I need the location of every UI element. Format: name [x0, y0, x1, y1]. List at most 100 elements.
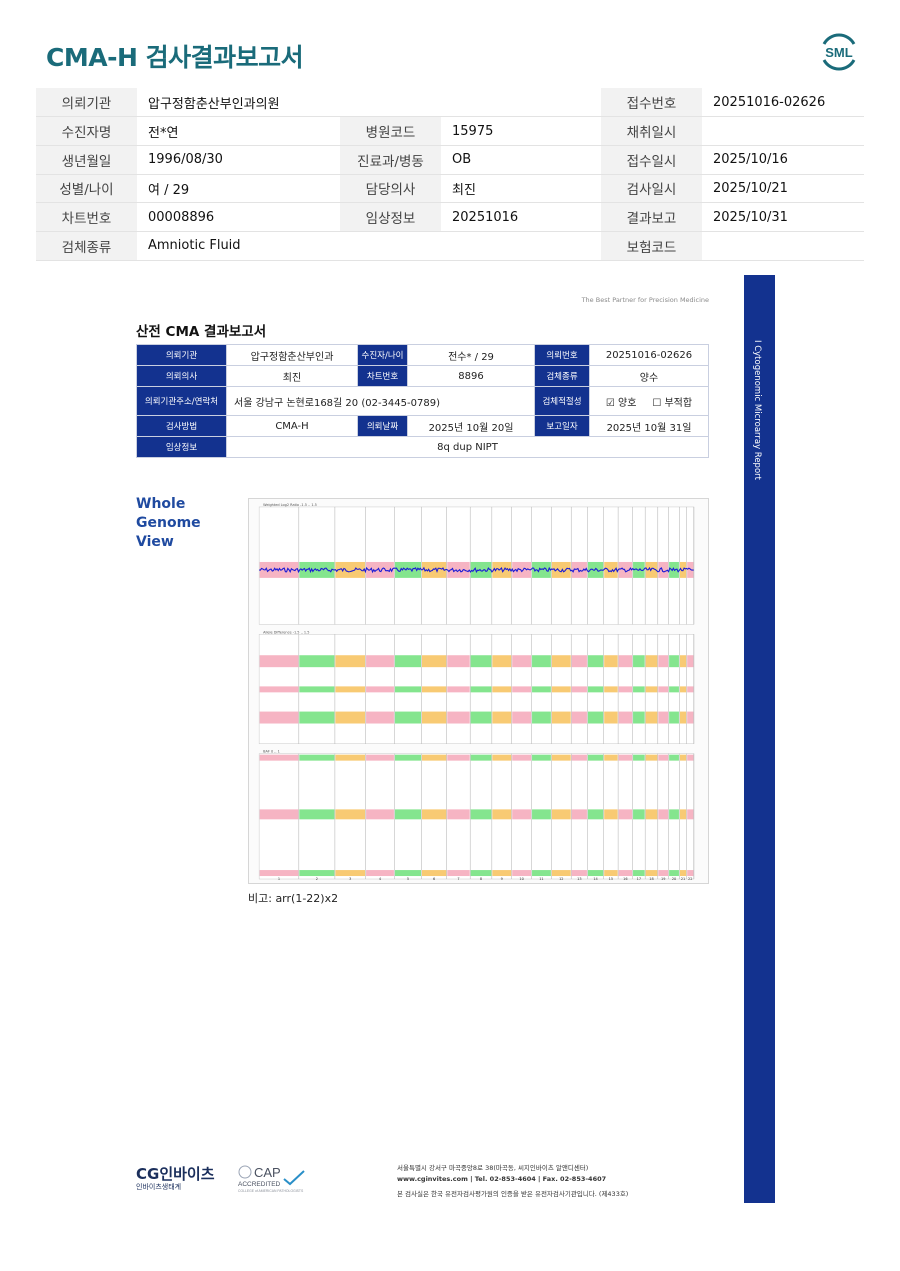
chrom-band-9: [492, 655, 512, 668]
chrom-band-18: [645, 870, 658, 877]
clinical: 8q dup NIPT: [226, 436, 709, 458]
chrom-band-9: [492, 870, 512, 877]
h-report-date: 보고일자: [534, 415, 590, 437]
chrom-band-4: [366, 711, 394, 724]
chrom-band-8: [470, 754, 492, 761]
chrom-band-22: [687, 754, 694, 761]
chrom-band-13: [571, 711, 587, 724]
label-report-date: 결과보고: [601, 202, 702, 232]
chrom-band-19: [658, 655, 669, 668]
chrom-band-11: [532, 686, 551, 693]
chrom-tick-label: 9: [501, 877, 503, 881]
chrom-band-1: [259, 870, 299, 877]
chrom-tick-label: 22: [688, 877, 692, 881]
chrom-band-6: [421, 655, 447, 668]
chrom-tick-label: 20: [672, 877, 676, 881]
chrom-band-15: [604, 561, 618, 578]
report-subtitle: 산전 CMA 결과보고서: [136, 324, 267, 340]
chrom-band-7: [447, 686, 470, 693]
value-sex-age: 여 / 29: [137, 174, 340, 204]
chrom-band-10: [512, 870, 532, 877]
chrom-band-7: [447, 754, 470, 761]
footer-address: 서울특별시 강서구 마곡중앙8로 38(마곡동, 씨지인바이츠 알앤디센터): [397, 1164, 589, 1172]
value-birthdate: 1996/08/30: [137, 145, 340, 175]
chrom-band-12: [551, 754, 571, 761]
chrom-band-9: [492, 809, 512, 820]
value-clinical-info: 20251016: [441, 202, 601, 232]
chrom-band-10: [512, 686, 532, 693]
chrom-band-16: [618, 754, 633, 761]
chrom-band-10: [512, 655, 532, 668]
patient: 전수* / 29: [407, 344, 535, 366]
chrom-band-22: [687, 655, 694, 668]
chrom-tick-label: 3: [349, 877, 351, 881]
h-clinical: 임상정보: [136, 436, 227, 458]
chrom-band-2: [299, 809, 335, 820]
h-specimen: 검체종류: [534, 365, 590, 387]
value-receipt-no: 20251016-02626: [702, 88, 864, 118]
value-doctor: 최진: [441, 174, 601, 204]
chrom-band-12: [551, 809, 571, 820]
chrom-band-10: [512, 711, 532, 724]
chrom-band-4: [366, 754, 394, 761]
cap-accredited-logo: CAP ACCREDITED COLLEGE of AMERICAN PATHO…: [238, 1165, 305, 1193]
chrom-band-19: [658, 870, 669, 877]
suitability: ☑ 양호 ☐ 부적합: [589, 386, 709, 416]
h-method: 검사방법: [136, 415, 227, 437]
chrom-band-16: [618, 809, 633, 820]
chrom-band-3: [335, 754, 366, 761]
chrom-band-11: [532, 754, 551, 761]
chrom-band-8: [470, 870, 492, 877]
h-doctor: 의뢰의사: [136, 365, 227, 387]
chrom-band-16: [618, 686, 633, 693]
chrom-band-8: [470, 711, 492, 724]
chrom-band-7: [447, 870, 470, 877]
h-address: 의뢰기관주소/연락처: [136, 386, 227, 416]
label-department: 진료과/병동: [340, 145, 441, 175]
chrom-band-21: [679, 655, 687, 668]
chrom-tick-label: 12: [559, 877, 563, 881]
chrom-band-19: [658, 809, 669, 820]
chrom-tick-label: 10: [519, 877, 523, 881]
chrom-band-8: [470, 809, 492, 820]
chrom-band-11: [532, 655, 551, 668]
chrom-band-22: [687, 711, 694, 724]
chrom-band-22: [687, 686, 694, 693]
wgv-line-1: Whole: [136, 496, 186, 512]
chrom-band-21: [679, 711, 687, 724]
chrom-band-15: [604, 711, 618, 724]
wgv-line-2: Genome: [136, 515, 201, 531]
chrom-band-4: [366, 809, 394, 820]
chrom-band-19: [658, 686, 669, 693]
chrom-band-4: [366, 870, 394, 877]
chrom-band-1: [259, 754, 299, 761]
value-department: OB: [441, 145, 601, 175]
chrom-tick-label: 15: [609, 877, 613, 881]
value-test-date: 2025/10/21: [702, 174, 864, 204]
method: CMA-H: [226, 415, 358, 437]
chrom-band-14: [587, 655, 604, 668]
chrom-tick-label: 7: [457, 877, 459, 881]
value-collection-date: [702, 116, 864, 146]
value-report-date: 2025/10/31: [702, 202, 864, 232]
h-request-date: 의뢰날짜: [357, 415, 408, 437]
chrom-band-6: [421, 754, 447, 761]
sml-logo-text: SML: [825, 45, 853, 60]
h-institution: 의뢰기관: [136, 344, 227, 366]
chrom-tick-label: 16: [623, 877, 627, 881]
chrom-band-22: [687, 809, 694, 820]
chrom-band-4: [366, 686, 394, 693]
chrom-band-15: [604, 686, 618, 693]
chrom-band-17: [633, 754, 645, 761]
chrom-band-2: [299, 711, 335, 724]
chrom-band-21: [679, 754, 687, 761]
chrom-tick-label: 17: [637, 877, 641, 881]
request-date: 2025년 10월 20일: [407, 415, 535, 437]
chrom-band-3: [335, 870, 366, 877]
chrom-band-15: [604, 870, 618, 877]
chrom-band-21: [679, 870, 687, 877]
h-suitability: 검체적절성: [534, 386, 590, 416]
label-clinical-info: 임상정보: [340, 202, 441, 232]
report-info-table: 의뢰기관 압구정함춘산부인과 수진자/나이 전수* / 29 의뢰번호 2025…: [136, 344, 709, 458]
chrom-band-21: [679, 809, 687, 820]
